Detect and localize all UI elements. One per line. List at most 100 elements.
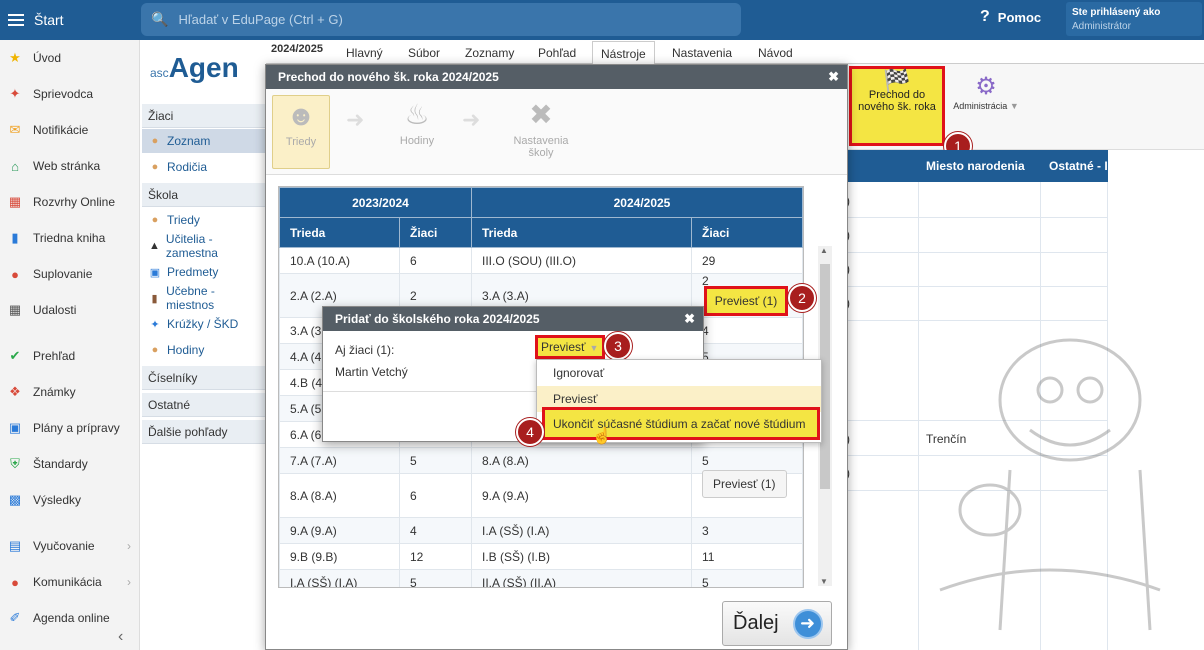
sidebar-item-suplovanie[interactable]: ● Suplovanie: [0, 256, 139, 292]
step-nastavenia[interactable]: ✖ Nastavenia školy: [506, 95, 576, 169]
sidebar-item-web[interactable]: ⌂ Web stránka: [0, 148, 139, 184]
help-label: Pomoc: [997, 9, 1042, 25]
subnav-hodiny[interactable]: ● Hodiny: [142, 338, 266, 362]
prechod-button[interactable]: 🏁 Prechod do nového šk. roka: [849, 66, 945, 146]
action-select[interactable]: Previesť ▼: [535, 335, 605, 359]
subnav-zoznam[interactable]: ● Zoznam: [142, 129, 266, 153]
tools-icon: ✖: [529, 99, 553, 130]
collapse-sidebar-icon[interactable]: ‹: [118, 628, 123, 646]
asc-agenda-logo: ascAgen: [150, 52, 239, 84]
subnav-predmety[interactable]: ▣ Predmety: [142, 260, 266, 284]
tab-nastavenia[interactable]: Nastavenia: [664, 44, 740, 64]
step-badge-4: 4: [516, 418, 544, 446]
previest-button[interactable]: Previesť (1): [702, 470, 787, 498]
step-triedy[interactable]: ☻ Triedy: [272, 95, 330, 169]
bell-icon: ♨: [404, 99, 430, 130]
option-ukoncit[interactable]: Ukončiť súčasné štúdium a začať nové štú…: [542, 407, 820, 440]
sidebar-item-label: Sprievodca: [33, 87, 94, 101]
sidebar-item-label: Známky: [33, 385, 76, 399]
menu-icon: [8, 14, 24, 26]
table-cell: 10.A (10.A): [279, 247, 400, 274]
help-button[interactable]: ? Pomoc: [980, 8, 1041, 26]
grid-icon: ▦: [8, 194, 22, 209]
sidebar-item-label: Vyučovanie: [33, 539, 95, 553]
dalej-button[interactable]: Ďalej ➜: [722, 601, 832, 646]
sidebar-item-label: Komunikácia: [33, 575, 102, 589]
dialog-title-bar: Prechod do nového šk. roka 2024/2025 ✖: [266, 65, 847, 89]
sidebar-item-plany[interactable]: ▣ Plány a prípravy: [0, 410, 139, 446]
sidebar-item-prehlad[interactable]: ✔ Prehľad: [0, 338, 139, 374]
checkered-flag-icon: 🏁: [883, 68, 911, 93]
col-ostatne: Ostatné - I: [1049, 159, 1108, 173]
sidebar-item-notifikacie[interactable]: ✉ Notifikácie: [0, 112, 139, 148]
school-year: 2024/2025: [271, 43, 323, 55]
section-skola: Škola: [142, 183, 266, 207]
dalej-label: Ďalej: [733, 612, 779, 634]
table-cell: II.A (SŠ) (II.A): [471, 569, 692, 587]
step-hodiny[interactable]: ♨ Hodiny: [388, 95, 446, 169]
home-icon: ⌂: [11, 158, 19, 174]
subnav-triedy[interactable]: ● Triedy: [142, 208, 266, 232]
sidebar-item-label: Suplovanie: [33, 267, 93, 281]
step-label: Triedy: [285, 136, 317, 148]
sidebar-item-sprievodca[interactable]: ✦ Sprievodca: [0, 76, 139, 112]
start-button[interactable]: Štart: [0, 0, 140, 40]
table-row[interactable]: I.A (SŠ) (I.A) 5 II.A (SŠ) (II.A) 5: [279, 569, 803, 587]
table-row[interactable]: 10.A (10.A) 6 III.O (SOU) (III.O) 29: [279, 247, 803, 274]
table-cell: 7.A (7.A): [279, 447, 400, 474]
chevron-right-icon: ›: [127, 575, 131, 589]
table-cell: 29: [691, 247, 803, 274]
door-icon: ▮: [151, 292, 158, 305]
scroll-up-icon[interactable]: ▲: [820, 246, 828, 255]
sidebar-item-uvod[interactable]: ★ Úvod: [0, 40, 139, 76]
tab-pohlad[interactable]: Pohľad: [530, 44, 584, 64]
students-label: Aj žiaci (1):: [335, 343, 395, 357]
section-ciselniky[interactable]: Číselníky: [142, 366, 266, 390]
subnav-kruzky[interactable]: ✦ Krúžky / ŠKD: [142, 312, 266, 336]
tab-subor[interactable]: Súbor: [400, 44, 448, 64]
sidebar-item-znamky[interactable]: ❖ Známky: [0, 374, 139, 410]
select-value: Previesť: [541, 340, 586, 354]
sidebar-item-vysledky[interactable]: ▩ Výsledky: [0, 482, 139, 518]
col-miesto-narodenia: Miesto narodenia: [926, 159, 1025, 173]
sidebar-item-label: Notifikácie: [33, 123, 89, 137]
graduation-cap-icon: ▲: [149, 240, 160, 252]
tab-hlavny[interactable]: Hlavný: [338, 44, 391, 64]
wand-icon: ✦: [9, 86, 21, 101]
tab-navod[interactable]: Návod: [750, 44, 801, 64]
search-input[interactable]: 🔍 Hľadať v EduPage (Ctrl + G): [141, 3, 741, 36]
administracia-button[interactable]: ⚙ Administrácia ▼: [951, 72, 1021, 111]
section-ziaci: Žiaci: [142, 104, 266, 128]
sidebar-item-komunikacia[interactable]: ● Komunikácia ›: [0, 564, 139, 600]
section-ostatne[interactable]: Ostatné: [142, 393, 266, 417]
tab-zoznamy[interactable]: Zoznamy: [457, 44, 522, 64]
subnav-rodicia[interactable]: ● Rodičia: [142, 155, 266, 179]
close-icon[interactable]: ✖: [684, 311, 695, 327]
table-row[interactable]: 9.B (9.B) 12 I.B (SŠ) (I.B) 11: [279, 543, 803, 570]
student-name: Martin Vetchý: [335, 365, 408, 379]
step-label: Hodiny: [399, 135, 435, 147]
person-icon: ●: [151, 135, 159, 147]
sidebar-item-udalosti[interactable]: ▦ Udalosti: [0, 292, 139, 328]
col-trieda-new: Trieda: [471, 217, 692, 248]
section-dalsie[interactable]: Ďalšie pohľady: [142, 420, 266, 444]
sidebar-item-rozvrhy[interactable]: ▦ Rozvrhy Online: [0, 184, 139, 220]
option-ignorovat[interactable]: Ignorovať: [537, 360, 821, 386]
previest-button-highlighted[interactable]: Previesť (1): [704, 286, 788, 316]
step-label: Nastavenia školy: [513, 135, 569, 159]
subnav-ucitelia[interactable]: ▲ Učitelia - zamestna: [142, 232, 266, 260]
tab-nastroje[interactable]: Nástroje: [592, 41, 655, 65]
close-icon[interactable]: ✖: [828, 69, 839, 85]
sidebar-item-standardy[interactable]: ⛨ Štandardy: [0, 446, 139, 482]
subnav-ucebne[interactable]: ▮ Učebne - miestnos: [142, 284, 266, 312]
subnav-label: Rodičia: [167, 160, 208, 174]
sidebar-item-label: Plány a prípravy: [33, 421, 120, 435]
mascot-illustration: [939, 338, 1161, 631]
sidebar-item-vyucovanie[interactable]: ▤ Vyučovanie ›: [0, 528, 139, 564]
popup-title-bar: Pridať do školského roka 2024/2025 ✖: [323, 307, 703, 331]
sidebar-item-triedna[interactable]: ▮ Triedna kniha: [0, 220, 139, 256]
user-menu[interactable]: Ste prihlásený ako Administrátor: [1066, 2, 1202, 36]
book-icon: ▮: [11, 230, 19, 245]
table-row[interactable]: 9.A (9.A) 4 I.A (SŠ) (I.A) 3: [279, 517, 803, 544]
scroll-down-icon[interactable]: ▼: [820, 577, 828, 586]
